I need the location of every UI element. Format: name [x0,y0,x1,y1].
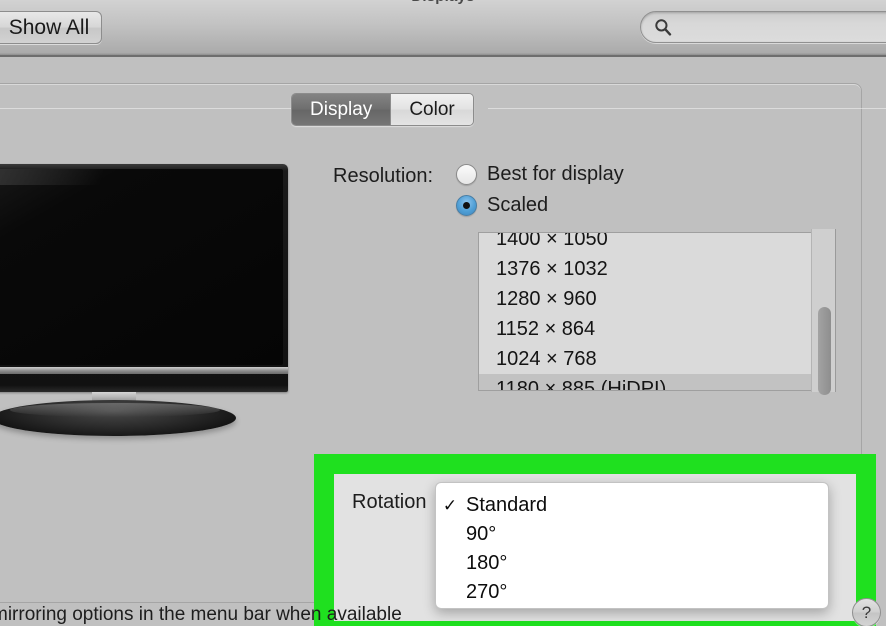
help-icon: ? [861,602,872,622]
monitor-screen [0,169,283,365]
rotation-menu-item-label: 180° [466,552,508,574]
tab-bar: Display Color [291,93,474,126]
resolution-list-item[interactable]: 1152 × 864 [479,314,836,344]
radio-best-for-display[interactable] [456,164,477,185]
monitor-bezel-strip [0,367,288,374]
tab-color-label: Color [409,98,455,120]
rotation-menu-item-label: 90° [466,523,497,545]
radio-scaled-label: Scaled [487,194,549,216]
search-field[interactable] [640,11,886,43]
preferences-content: Display Color Resolution: Best for displ… [0,59,886,626]
resolution-list-item[interactable]: 1400 × 1050 [479,233,836,254]
tab-display[interactable]: Display [292,94,391,125]
help-button[interactable]: ? [852,598,881,626]
mirroring-checkbox-label: mirroring options in the menu bar when a… [0,604,402,625]
monitor-screen-glint [0,169,145,185]
resolution-list[interactable]: 1400 × 1050 1376 × 1032 1280 × 960 1152 … [478,232,836,391]
search-icon [655,19,672,36]
display-illustration [0,164,288,464]
checkmark-icon: ✓ [442,496,458,515]
resolution-list-item[interactable]: 1376 × 1032 [479,254,836,284]
resolution-list-scrollbar-thumb[interactable] [818,307,831,395]
tab-display-label: Display [310,98,373,120]
radio-best-for-display-label: Best for display [487,163,624,185]
resolution-option-scaled[interactable]: Scaled [456,194,548,217]
resolution-list-item[interactable]: 1280 × 960 [479,284,836,314]
show-all-label: Show All [8,15,90,39]
window-toolbar: Displays Show All [0,0,886,57]
rotation-menu-item-180[interactable]: 180° [436,549,828,578]
rotation-dropdown-menu: ✓ Standard 90° 180° 270° [435,482,829,609]
tab-divider-right [488,108,886,109]
show-all-button[interactable]: Show All [0,11,102,44]
resolution-list-item-selected[interactable]: 1180 × 885 (HiDPI) [479,374,836,390]
search-input[interactable] [678,17,882,37]
rotation-menu-item-label: 270° [466,581,508,603]
displays-preferences-window: Displays Show All Display Color [0,0,886,626]
rotation-menu-item-standard[interactable]: ✓ Standard [436,491,828,520]
rotation-label: Rotation [352,491,427,513]
rotation-menu-item-label: Standard [466,494,548,516]
radio-scaled[interactable] [456,195,477,216]
tab-divider-left [0,108,291,109]
window-title: Displays [0,0,886,5]
monitor-bezel [0,164,288,392]
rotation-menu-item-90[interactable]: 90° [436,520,828,549]
rotation-menu-item-270[interactable]: 270° [436,578,828,607]
resolution-option-best[interactable]: Best for display [456,163,624,186]
resolution-label: Resolution: [333,165,434,187]
monitor-stand-highlight [10,403,220,417]
tab-color[interactable]: Color [390,94,473,125]
resolution-list-item[interactable]: 1024 × 768 [479,344,836,374]
